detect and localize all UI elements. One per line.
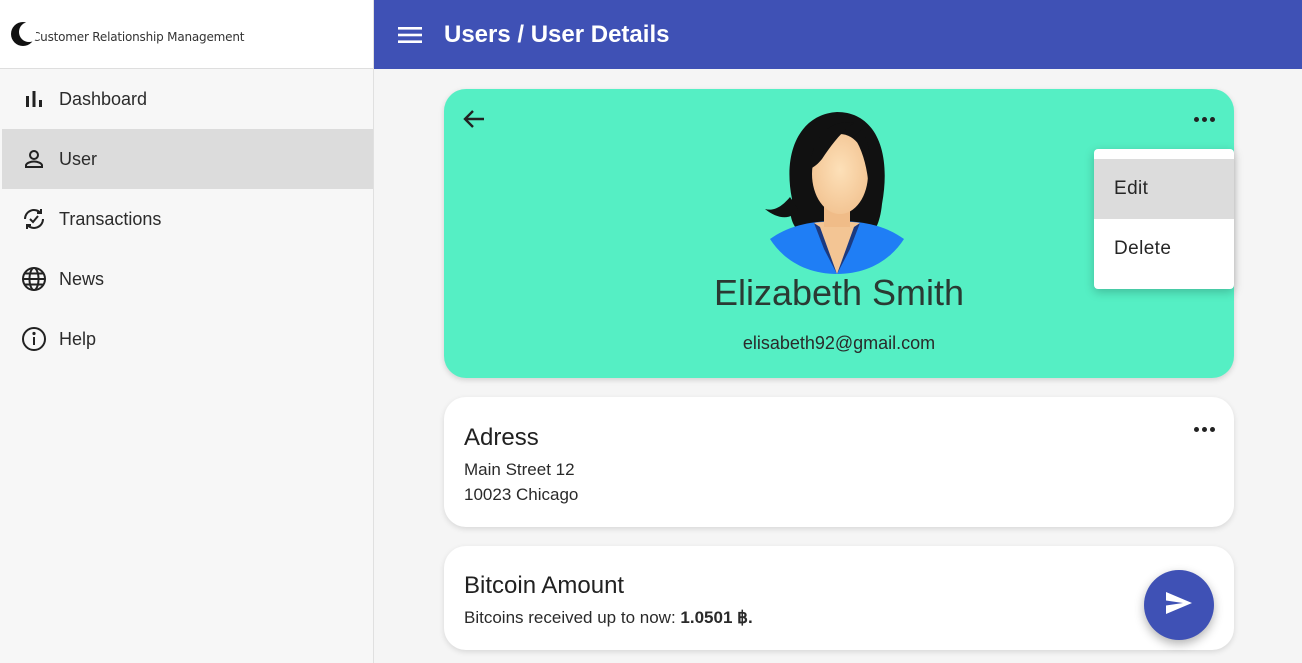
- bar-chart-icon: [20, 85, 48, 113]
- crescent-logo-icon: [11, 22, 36, 46]
- page-title: Users / User Details: [444, 20, 670, 48]
- sidebar-item-label: Transactions: [59, 208, 162, 229]
- sidebar-item-label: Help: [59, 328, 97, 349]
- bitcoin-title: Bitcoin Amount: [464, 572, 625, 599]
- sidebar-item-help[interactable]: Help: [0, 309, 373, 369]
- sync-check-icon: [20, 205, 48, 233]
- sidebar: Customer Relationship Management Dashboa…: [0, 0, 374, 663]
- sidebar-nav: Dashboard User Transactions News Help: [0, 69, 373, 369]
- hamburger-menu-icon[interactable]: [396, 21, 424, 49]
- profile-context-menu: Edit Delete: [1094, 149, 1234, 289]
- more-horizontal-icon[interactable]: [1190, 419, 1218, 439]
- send-icon: [1164, 590, 1194, 621]
- info-icon: [20, 325, 48, 353]
- globe-icon: [20, 265, 48, 293]
- user-email: elisabeth92@gmail.com: [742, 333, 936, 353]
- user-avatar: [765, 112, 904, 274]
- sidebar-item-label: User: [59, 148, 98, 169]
- bitcoin-text: Bitcoins received up to now: 1.0501 ฿.: [464, 608, 753, 628]
- sidebar-item-user[interactable]: User: [2, 129, 373, 189]
- address-card: Adress Main Street 12 10023 Chicago: [444, 397, 1234, 527]
- sidebar-item-news[interactable]: News: [0, 249, 373, 309]
- more-horizontal-icon[interactable]: [1190, 109, 1218, 129]
- person-icon: [20, 145, 48, 173]
- sidebar-item-transactions[interactable]: Transactions: [0, 189, 373, 249]
- logo-bar: Customer Relationship Management: [0, 0, 373, 69]
- sidebar-item-label: Dashboard: [59, 88, 148, 109]
- menu-item-delete[interactable]: Delete: [1094, 219, 1234, 279]
- bitcoin-card: Bitcoin Amount Bitcoins received up to n…: [444, 546, 1234, 650]
- bitcoin-text-prefix: Bitcoins received up to now:: [464, 608, 681, 627]
- top-app-bar: Users / User Details: [374, 0, 1302, 69]
- sidebar-item-label: News: [59, 268, 105, 289]
- app-logo-text: Customer Relationship Management: [32, 30, 245, 44]
- address-line-1: Main Street 12: [464, 460, 575, 479]
- address-title: Adress: [464, 424, 539, 451]
- back-arrow-icon[interactable]: [460, 105, 488, 133]
- sidebar-item-dashboard[interactable]: Dashboard: [0, 69, 373, 129]
- bitcoin-amount: 1.0501 ฿.: [680, 608, 753, 627]
- menu-item-edit[interactable]: Edit: [1094, 159, 1234, 219]
- address-line-2: 10023 Chicago: [464, 485, 579, 504]
- send-button[interactable]: [1144, 570, 1214, 640]
